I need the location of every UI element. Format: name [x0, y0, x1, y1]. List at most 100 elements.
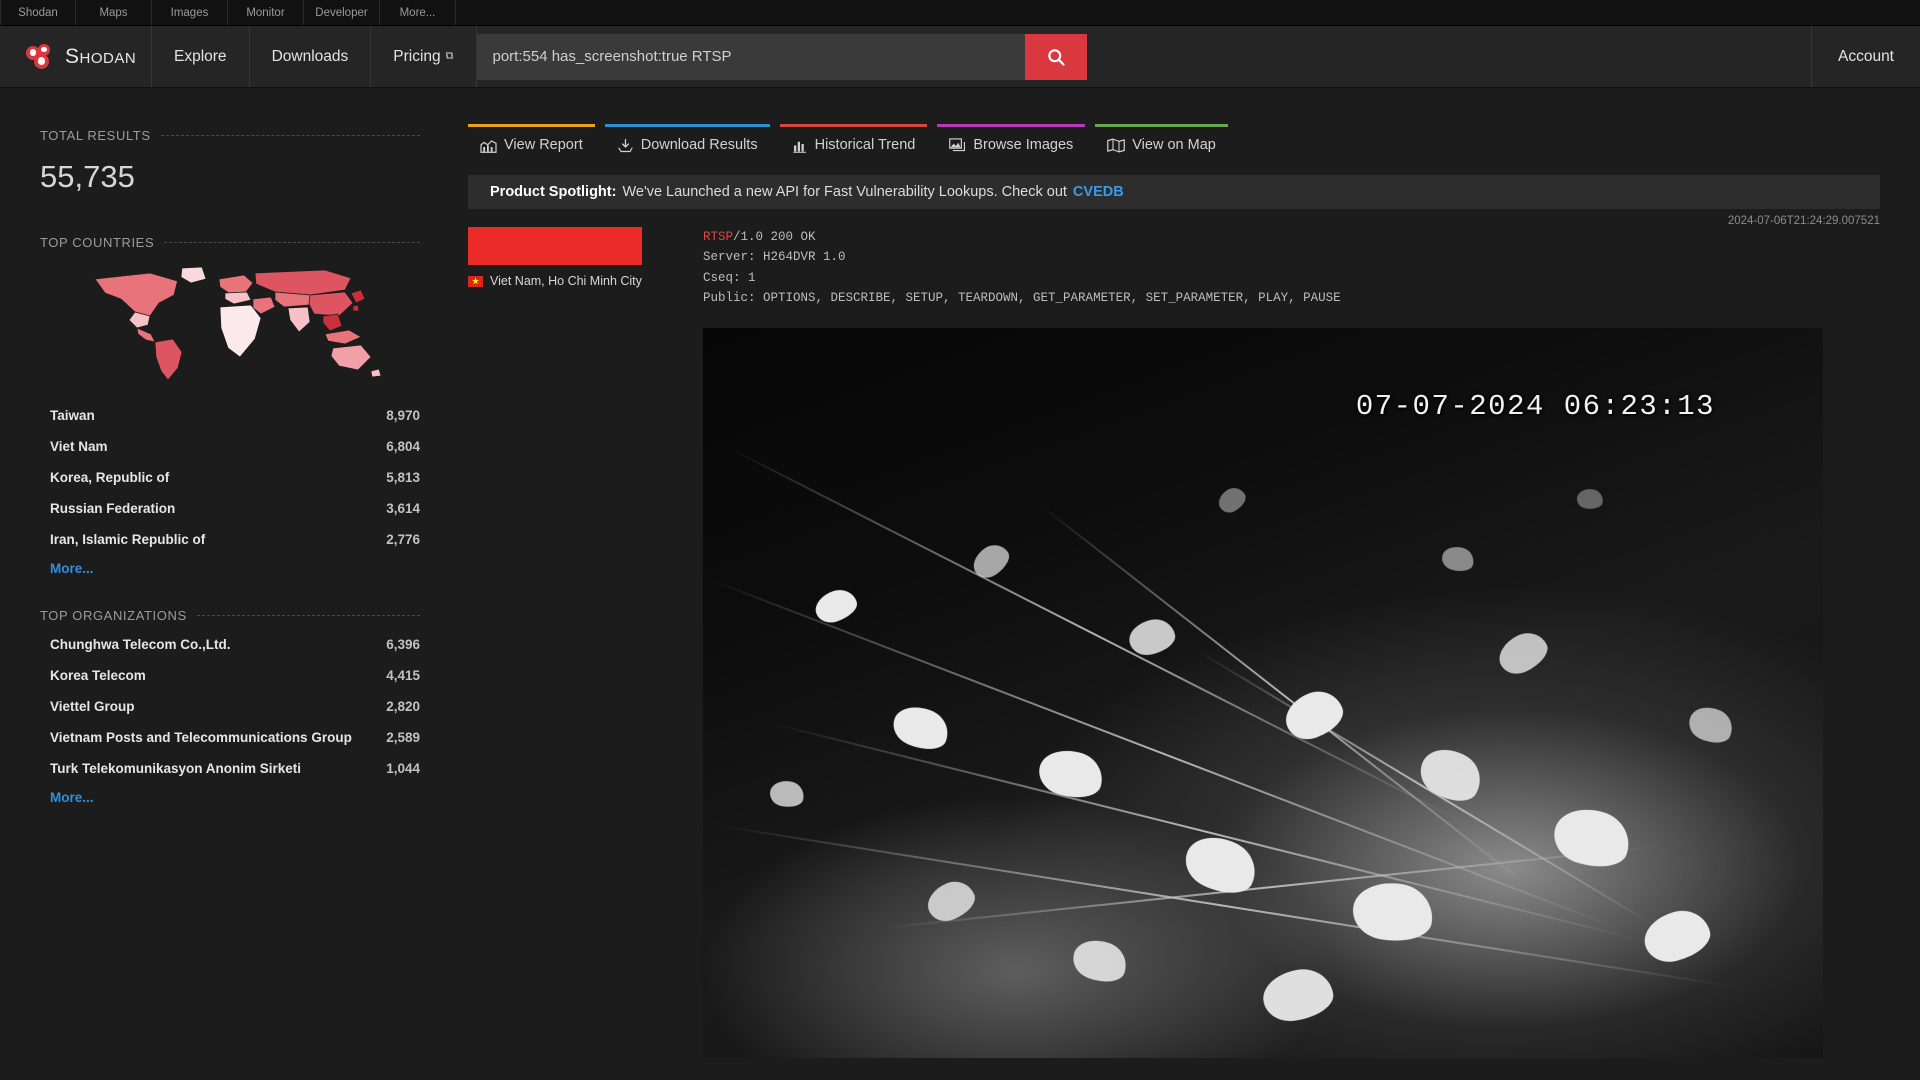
camera-overlay-timestamp: 07-07-2024 06:23:13	[1355, 390, 1715, 423]
utility-nav-label: Maps	[99, 6, 128, 19]
brand-name: Shodan	[65, 44, 137, 68]
banner-prefix: Product Spotlight:	[490, 184, 617, 200]
utility-nav-label: Developer	[315, 6, 368, 19]
rtsp-protocol-token: RTSP	[703, 230, 734, 244]
nav-item-label: Downloads	[271, 47, 349, 65]
organization-row[interactable]: Viettel Group 2,820	[40, 691, 420, 722]
rtsp-line-2: Cseq: 1	[703, 270, 756, 285]
utility-nav-label: More...	[399, 6, 436, 19]
external-link-icon: ⧉	[445, 50, 454, 62]
facets-sidebar: TOTAL RESULTS 55,735 TOP COUNTRIES Taiwa…	[0, 88, 460, 1080]
tab-browse-images[interactable]: Browse Images	[937, 124, 1086, 159]
tab-view-on-map[interactable]: View on Map	[1095, 124, 1228, 159]
countries-more-link[interactable]: More...	[40, 555, 420, 582]
nav-item-label: Explore	[174, 47, 227, 65]
organization-row[interactable]: Vietnam Posts and Telecommunications Gro…	[40, 722, 420, 753]
page-body: TOTAL RESULTS 55,735 TOP COUNTRIES Taiwa…	[0, 88, 1920, 1080]
top-organizations-label: TOP ORGANIZATIONS	[40, 608, 187, 623]
product-spotlight-banner: Product Spotlight: We've Launched a new …	[468, 175, 1880, 209]
organizations-more-link[interactable]: More...	[40, 784, 420, 811]
country-label: Viet Nam	[50, 439, 108, 454]
results-tabs: View Report Download Results Historical …	[468, 124, 1880, 159]
organization-count: 1,044	[386, 761, 420, 776]
nav-item-downloads[interactable]: Downloads	[250, 26, 372, 87]
result-thumbnail-column: ★ Viet Nam, Ho Chi Minh City	[468, 227, 703, 1058]
images-icon	[949, 137, 966, 151]
search-form	[476, 26, 1087, 87]
tab-label: View on Map	[1132, 137, 1216, 153]
result-location-label: Viet Nam, Ho Chi Minh City	[490, 274, 642, 288]
country-count: 5,813	[386, 470, 420, 485]
total-results-heading: TOTAL RESULTS	[40, 128, 420, 143]
total-results-value: 55,735	[40, 159, 135, 194]
utility-nav-item-more[interactable]: More...	[380, 0, 456, 25]
organization-row[interactable]: Korea Telecom 4,415	[40, 660, 420, 691]
organization-label: Turk Telekomunikasyon Anonim Sirketi	[50, 761, 302, 776]
divider	[160, 135, 420, 136]
search-button[interactable]	[1024, 33, 1087, 80]
report-chart-icon	[480, 139, 497, 153]
tab-historical-trend[interactable]: Historical Trend	[779, 124, 928, 159]
device-screenshot[interactable]: 07-07-2024 06:23:13	[703, 328, 1823, 1058]
world-map-icon	[94, 266, 382, 381]
main-header: Shodan Explore Downloads Pricing ⧉ Accou…	[0, 26, 1920, 88]
rtsp-line-3: Public: OPTIONS, DESCRIBE, SETUP, TEARDO…	[703, 290, 1341, 305]
country-count: 2,776	[386, 532, 420, 547]
organization-label: Chunghwa Telecom Co.,Ltd.	[50, 637, 231, 652]
nav-item-explore[interactable]: Explore	[152, 26, 250, 87]
organization-count: 2,820	[386, 699, 420, 714]
nav-item-label: Pricing	[393, 47, 441, 65]
nav-item-pricing[interactable]: Pricing ⧉	[371, 26, 477, 87]
utility-nav-item-shodan[interactable]: Shodan	[0, 0, 76, 25]
organization-row[interactable]: Turk Telekomunikasyon Anonim Sirketi 1,0…	[40, 753, 420, 784]
download-icon	[617, 138, 633, 152]
search-icon	[1047, 48, 1065, 66]
organization-label: Viettel Group	[50, 699, 135, 714]
country-row[interactable]: Iran, Islamic Republic of 2,776	[40, 524, 420, 555]
account-label: Account	[1837, 47, 1894, 65]
top-organizations-heading: TOP ORGANIZATIONS	[40, 608, 420, 623]
country-count: 6,804	[386, 439, 420, 454]
top-countries-label: TOP COUNTRIES	[40, 235, 155, 250]
divider	[164, 242, 420, 243]
country-flag-thumbnail	[468, 227, 642, 265]
total-results-label: TOTAL RESULTS	[40, 128, 151, 143]
tab-download-results[interactable]: Download Results	[604, 124, 770, 159]
country-row[interactable]: Taiwan 8,970	[40, 400, 420, 431]
organization-row[interactable]: Chunghwa Telecom Co.,Ltd. 6,396	[40, 629, 420, 660]
top-countries-heading: TOP COUNTRIES	[40, 235, 420, 250]
organization-count: 2,589	[386, 730, 420, 745]
utility-nav-label: Images	[170, 6, 209, 19]
utility-nav-item-maps[interactable]: Maps	[76, 0, 152, 25]
utility-nav-item-monitor[interactable]: Monitor	[228, 0, 304, 25]
country-label: Russian Federation	[50, 501, 176, 516]
organization-label: Vietnam Posts and Telecommunications Gro…	[50, 730, 352, 745]
utility-nav-label: Monitor	[246, 6, 285, 19]
country-row[interactable]: Korea, Republic of 5,813	[40, 462, 420, 493]
country-label: Korea, Republic of	[50, 470, 170, 485]
utility-nav: Shodan Maps Images Monitor Developer Mor…	[0, 0, 1920, 26]
country-row[interactable]: Russian Federation 3,614	[40, 493, 420, 524]
utility-nav-item-images[interactable]: Images	[152, 0, 228, 25]
tab-label: Browse Images	[973, 137, 1074, 153]
result-location: ★ Viet Nam, Ho Chi Minh City	[468, 274, 689, 288]
tab-label: Download Results	[640, 137, 758, 153]
country-label: Iran, Islamic Republic of	[50, 532, 206, 547]
result-timestamp: 2024-07-06T21:24:29.007521	[1727, 215, 1880, 227]
account-link[interactable]: Account	[1810, 26, 1920, 87]
rtsp-banner-text: RTSP/1.0 200 OK Server: H264DVR 1.0 Cseq…	[703, 227, 1880, 308]
organization-count: 6,396	[386, 637, 420, 652]
rtsp-line-1: Server: H264DVR 1.0	[703, 250, 846, 265]
world-choropleth-map	[40, 264, 420, 382]
search-input[interactable]	[476, 33, 1025, 80]
utility-nav-item-developer[interactable]: Developer	[304, 0, 380, 25]
cvedb-link[interactable]: CVEDB	[1073, 184, 1124, 200]
screenshot-foliage	[703, 328, 1823, 1058]
shodan-logo-icon	[26, 43, 54, 70]
shodan-logo-link[interactable]: Shodan	[0, 26, 152, 87]
tab-view-report[interactable]: View Report	[468, 124, 595, 159]
country-count: 8,970	[386, 408, 420, 423]
country-row[interactable]: Viet Nam 6,804	[40, 431, 420, 462]
map-icon	[1107, 138, 1126, 152]
